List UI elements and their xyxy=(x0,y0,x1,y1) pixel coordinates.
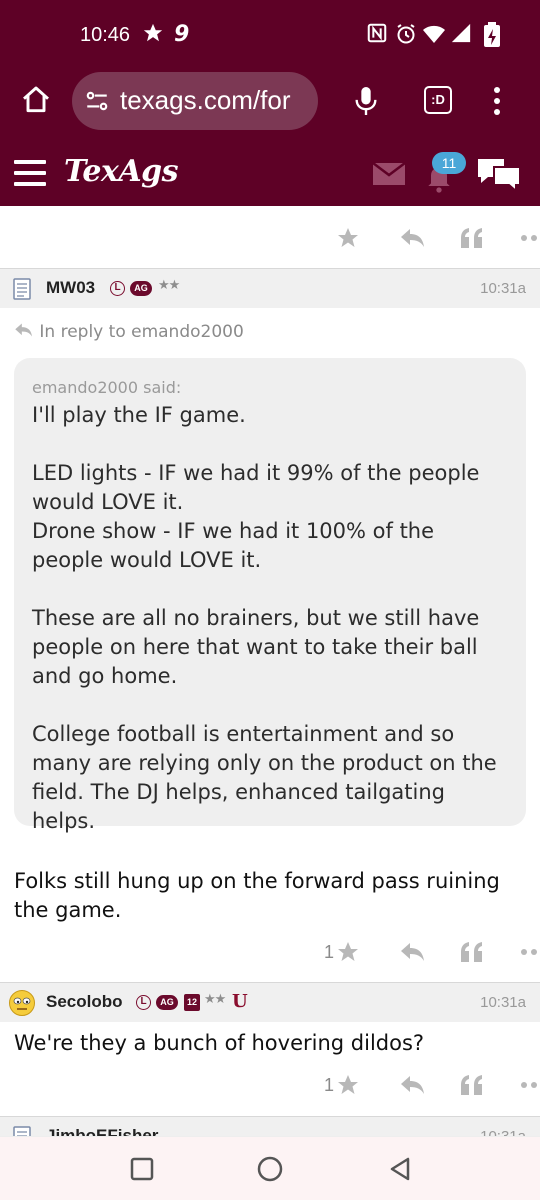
quote-block: emando2000 said: I'll play the IF game. … xyxy=(14,358,526,833)
hamburger-menu-icon[interactable] xyxy=(14,160,46,186)
thread-content: MW03 L AG ★★ 10:31a In reply to emando20… xyxy=(0,206,540,1136)
star-button[interactable]: 1 xyxy=(324,932,360,972)
status-time: 10:46 xyxy=(80,24,131,46)
quote-author[interactable]: emando2000 said: xyxy=(32,378,508,397)
back-button[interactable] xyxy=(384,1153,416,1185)
quote-paragraph: College football is entertainment and so… xyxy=(32,722,497,833)
nfc-icon xyxy=(366,22,388,51)
notification-count-badge: 11 xyxy=(432,152,466,174)
username[interactable]: JimboEFisher xyxy=(46,1126,158,1136)
in-reply-to-text: In reply to emando2000 xyxy=(39,322,244,342)
microphone-icon[interactable] xyxy=(352,84,380,122)
avatar-face-icon[interactable] xyxy=(8,989,36,1021)
quote-icon xyxy=(461,942,482,962)
quote-paragraph: LED lights - IF we had it 99% of the peo… xyxy=(32,461,480,572)
address-bar[interactable]: texags.com/for xyxy=(72,72,318,130)
more-options-button[interactable] xyxy=(520,1065,540,1105)
post-actions-secolobo: 1 xyxy=(278,1065,537,1105)
status-bar: 10:46 9 xyxy=(0,0,540,72)
alarm-icon xyxy=(394,22,418,53)
post-time: 10:31a xyxy=(480,1128,526,1136)
quote-paragraph: These are all no brainers, but we still … xyxy=(32,606,480,688)
badge-12: 12 xyxy=(184,994,200,1011)
app-screen: 10:46 9 texags.com/for:D TexAgs 11 MW03… xyxy=(0,0,540,1200)
more-dots-icon xyxy=(521,1082,537,1088)
badge-l: L xyxy=(110,281,125,296)
more-dots-icon xyxy=(521,235,537,241)
quote-icon xyxy=(461,1075,482,1095)
quote-button[interactable] xyxy=(460,218,484,258)
more-dots-icon xyxy=(521,949,537,955)
star-icon xyxy=(142,22,164,51)
star-icon xyxy=(338,942,359,961)
quote-paragraph: I'll play the IF game. xyxy=(32,403,246,427)
post-body: Folks still hung up on the forward pass … xyxy=(14,869,500,922)
site-logo[interactable]: TexAgs xyxy=(64,154,179,189)
post-header-secolobo: Secolobo L AG 12 ★★ U 10:31a xyxy=(0,982,540,1022)
badge-ag: AG xyxy=(156,995,178,1010)
star-button[interactable]: 1 xyxy=(324,1065,360,1105)
reply-icon xyxy=(401,943,424,961)
reply-button[interactable] xyxy=(400,218,426,258)
reply-button[interactable] xyxy=(400,1065,426,1105)
post-actions-mw03: 1 xyxy=(278,932,537,972)
tab-switcher-icon[interactable]: :D xyxy=(424,86,452,114)
quote-button[interactable] xyxy=(460,1065,484,1105)
post-body: We're they a bunch of hovering dildos? xyxy=(14,1031,425,1055)
post-header-mw03: MW03 L AG ★★ 10:31a xyxy=(0,268,540,308)
recents-button[interactable] xyxy=(126,1153,158,1185)
username[interactable]: Secolobo xyxy=(46,992,123,1012)
post-time: 10:31a xyxy=(480,280,526,297)
overflow-menu-icon[interactable] xyxy=(490,86,504,120)
quote-button[interactable] xyxy=(460,932,484,972)
in-reply-to-link[interactable]: In reply to emando2000 xyxy=(14,322,244,342)
wifi-icon xyxy=(422,22,446,53)
star-count: 1 xyxy=(324,941,335,962)
star-count: 1 xyxy=(324,1074,335,1095)
reply-icon xyxy=(401,1076,424,1094)
username[interactable]: MW03 xyxy=(46,278,95,298)
user-rank-stars: ★★ xyxy=(204,992,226,1007)
star-icon xyxy=(338,1075,359,1094)
reply-button[interactable] xyxy=(400,932,426,972)
home-button[interactable] xyxy=(254,1153,286,1185)
battery-charging-icon xyxy=(482,22,502,55)
home-icon[interactable] xyxy=(20,84,52,120)
more-options-button[interactable] xyxy=(520,932,540,972)
site-header: TexAgs 11 xyxy=(0,138,540,206)
url-text: texags.com/for xyxy=(120,85,291,115)
mail-icon[interactable] xyxy=(372,162,406,192)
reply-arrow-icon xyxy=(15,323,32,337)
default-avatar-icon[interactable] xyxy=(12,1125,32,1136)
back-triangle-icon xyxy=(390,1157,410,1181)
recents-square-icon xyxy=(130,1157,154,1181)
site-settings-icon[interactable] xyxy=(84,88,110,118)
chat-bubbles-icon[interactable] xyxy=(476,156,522,196)
quote-icon xyxy=(461,228,482,248)
user-rank-stars: ★★ xyxy=(158,278,180,293)
previous-post-actions xyxy=(278,218,537,258)
star-button[interactable] xyxy=(336,218,360,258)
home-circle-icon xyxy=(257,1156,283,1182)
star-icon xyxy=(338,228,358,247)
tab-switcher-label: :D xyxy=(431,92,445,107)
badge-ag: AG xyxy=(130,281,152,296)
reply-icon xyxy=(401,229,424,247)
default-avatar-icon[interactable] xyxy=(12,277,32,305)
browser-toolbar: texags.com/for :D xyxy=(0,72,540,138)
post-time: 10:31a xyxy=(480,994,526,1011)
more-options-button[interactable] xyxy=(520,218,540,258)
badge-l: L xyxy=(136,995,151,1010)
signal-9-icon: 9 xyxy=(174,22,190,47)
cell-signal-icon xyxy=(450,22,472,51)
badge-u: U xyxy=(232,991,248,1012)
post-header-next: JimboEFisher 10:31a xyxy=(0,1116,540,1136)
system-navigation-bar xyxy=(0,1136,540,1200)
